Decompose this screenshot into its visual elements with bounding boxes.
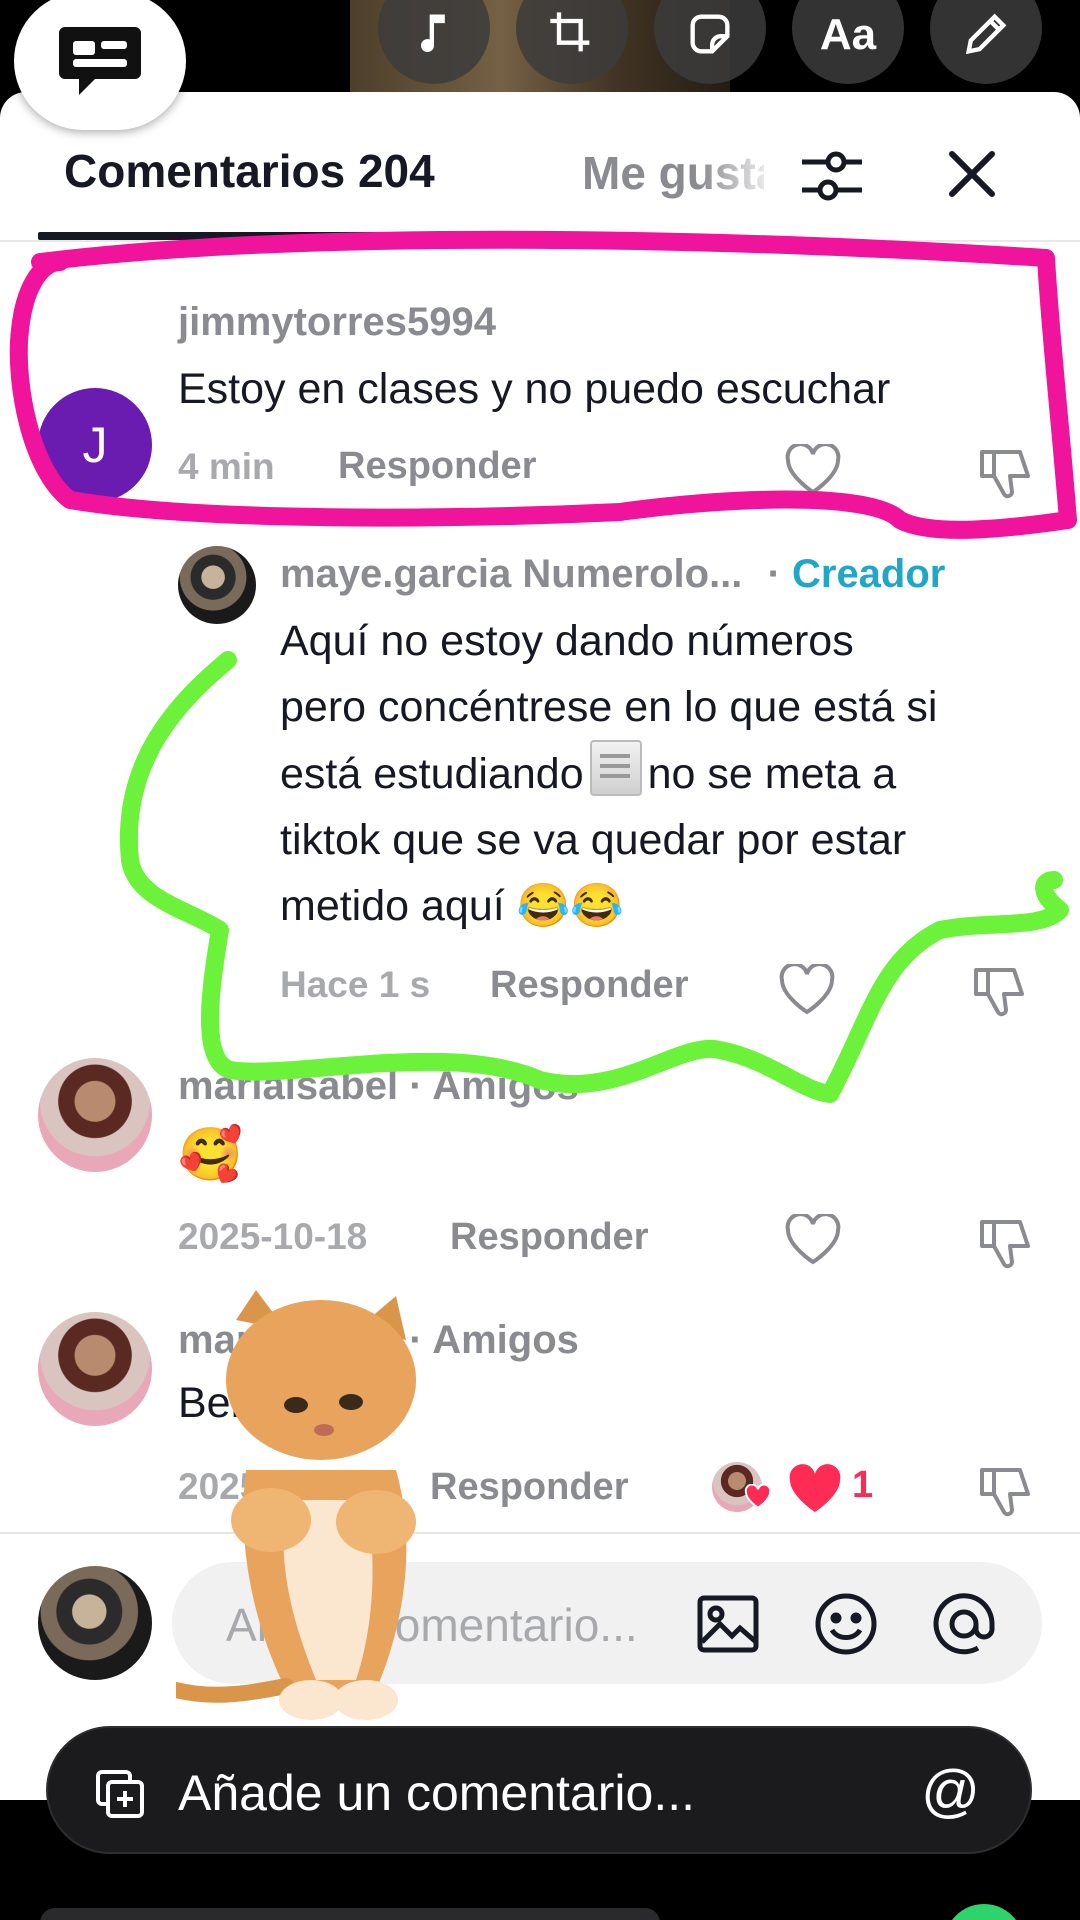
creator-badge: Creador (791, 552, 946, 596)
comment-time: 4 min (178, 446, 275, 487)
bottom-composer-placeholder: Añade un comentario... (178, 1765, 695, 1821)
my-avatar (38, 1566, 152, 1680)
dislike-icon[interactable] (970, 964, 1028, 1020)
comment-text-line: pero concéntrese en lo que está si (280, 683, 938, 731)
heart-icon[interactable] (784, 444, 842, 496)
heart-icon[interactable] (784, 1214, 842, 1266)
input-divider (0, 1532, 1080, 1534)
comment-username[interactable]: jimmytorres5994 (178, 300, 496, 345)
bottom-comment-composer[interactable]: Añade un comentario... @ (46, 1726, 1032, 1854)
cat-sticker[interactable] (176, 1290, 476, 1730)
tab-comments[interactable]: Comentarios 204 (64, 144, 435, 198)
creator-heart-badge-icon (744, 1484, 772, 1509)
crop-icon (550, 12, 590, 52)
comment-text-line: metido aquí 😂😂 (280, 882, 624, 930)
comments-sheet: Comentarios 204 Me gusta J jimmytorres59… (0, 92, 1080, 1802)
comment-text-line: Aquí no estoy dando números (280, 617, 854, 665)
dislike-icon[interactable] (976, 1216, 1034, 1272)
reply-button[interactable]: Responder (338, 445, 536, 488)
text-tool-label: Aa (819, 10, 877, 59)
comment-username-text: maye.garcia Numerolo... (280, 552, 743, 596)
dislike-icon[interactable] (976, 1464, 1034, 1520)
comment-username[interactable]: mariaisabel · Amigos (178, 1064, 579, 1109)
emoji-icon[interactable] (812, 1590, 880, 1658)
comment-username[interactable]: maye.garcia Numerolo... · Creador (280, 552, 945, 597)
document-emoji-icon (589, 740, 642, 796)
sticker-icon (690, 14, 730, 54)
draw-button[interactable] (930, 0, 1042, 84)
comment-text-line: tiktok que se va quedar por estar (280, 816, 907, 864)
heart-filled-icon[interactable] (786, 1464, 844, 1516)
tab-overflow-fade (700, 132, 780, 212)
comment-bubble-icon (59, 27, 141, 95)
add-layer-icon[interactable] (92, 1766, 148, 1822)
bottom-bar-edge (40, 1908, 660, 1920)
heart-icon[interactable] (778, 964, 836, 1016)
separator: · (767, 552, 781, 596)
mention-icon[interactable] (930, 1590, 998, 1658)
tab-active-indicator (38, 232, 478, 240)
comments-bubble-button[interactable] (14, 0, 186, 130)
close-icon[interactable] (942, 144, 1002, 204)
filter-icon[interactable] (796, 140, 868, 212)
image-icon[interactable] (694, 1590, 762, 1658)
comment-text: Aquí no estoy dando números pero concént… (280, 608, 1060, 939)
bottom-mention-icon[interactable]: @ (921, 1758, 980, 1825)
avatar[interactable] (178, 546, 256, 624)
comment-text: 🥰 (178, 1126, 243, 1184)
comment-text-fragment: no se meta a (647, 750, 897, 798)
comment-time: Hace 1 s (280, 964, 431, 1005)
like-count: 1 (852, 1464, 874, 1506)
comment-time: 2025-10-18 (178, 1216, 368, 1257)
reply-button[interactable]: Responder (450, 1216, 648, 1259)
avatar[interactable] (38, 1058, 152, 1172)
music-icon (421, 14, 445, 53)
pencil-icon (965, 13, 1007, 55)
comment-text: Estoy en clases y no puedo escuchar (178, 365, 891, 413)
reply-button[interactable]: Responder (490, 964, 688, 1007)
text-tool-button[interactable]: Aa (792, 0, 904, 84)
avatar[interactable]: J (38, 388, 152, 502)
comment-text-fragment: está estudiando (280, 750, 584, 798)
avatar[interactable] (38, 1312, 152, 1426)
dislike-icon[interactable] (976, 446, 1034, 502)
comments-tab-bar: Comentarios 204 Me gusta (0, 92, 1080, 242)
avatar-letter: J (82, 417, 108, 473)
comment-text-line: está estudiando no se meta a (280, 740, 1060, 807)
